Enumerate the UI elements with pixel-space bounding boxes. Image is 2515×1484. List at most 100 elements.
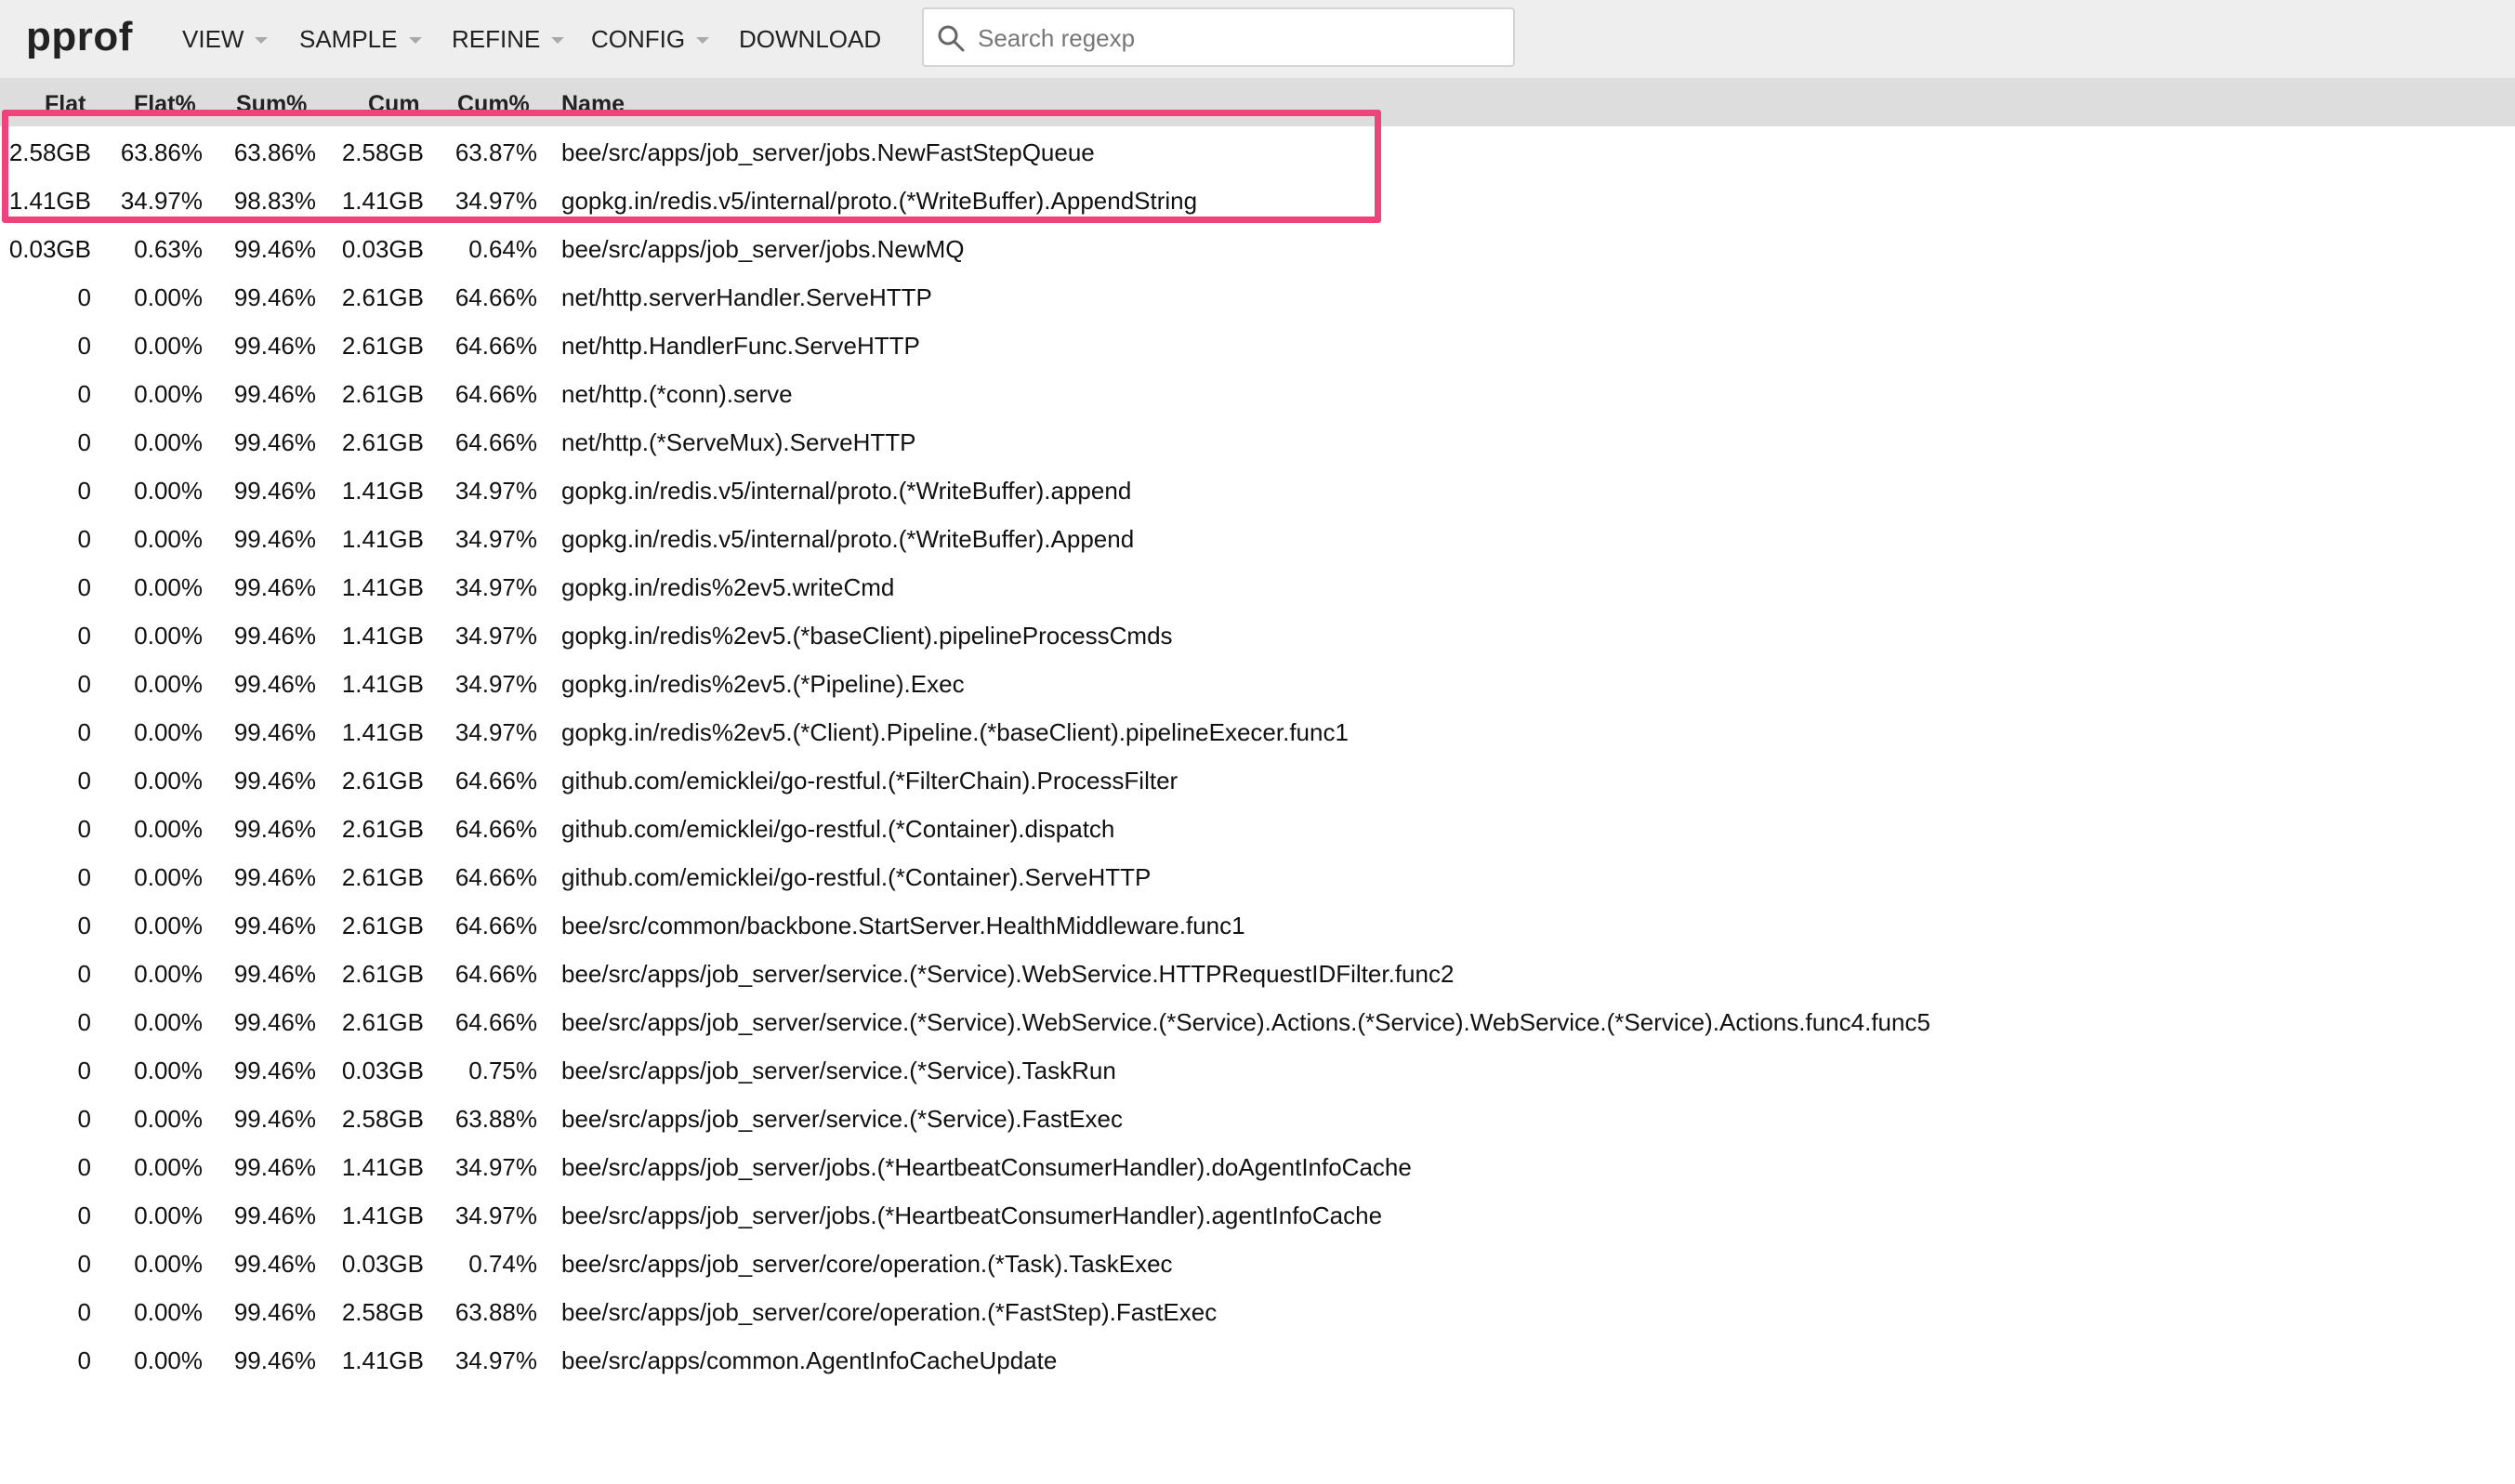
table-row[interactable]: 0 0.00% 99.46% 2.61GB 64.66% github.com/emick…	[0, 805, 2515, 853]
cell-cum-percent: 64.66%	[454, 380, 537, 408]
menu-sample-label: SAMPLE	[299, 25, 398, 53]
cell-cum: 0.03GB	[341, 1057, 424, 1084]
table-row[interactable]: 0 0.00% 99.46% 1.41GB 34.97% bee/src/apps/com…	[0, 1336, 2515, 1385]
cell-flat-percent: 0.00%	[134, 912, 203, 939]
cell-function-name: gopkg.in/redis%2ev5.(*Pipeline).Exec	[561, 670, 965, 698]
menu-config-label: CONFIG	[591, 25, 686, 53]
table-row[interactable]: 0 0.00% 99.46% 1.41GB 34.97% bee/src/apps/job…	[0, 1143, 2515, 1191]
cell-flat: 0	[77, 283, 91, 311]
cell-cum-percent: 34.97%	[454, 573, 537, 601]
cell-flat-percent: 0.00%	[134, 1153, 203, 1181]
table-row[interactable]: 0 0.00% 99.46% 2.61GB 64.66% net/http.serverH…	[0, 273, 2515, 322]
cell-cum-percent: 63.88%	[454, 1105, 537, 1133]
app-logo[interactable]: pprof	[26, 7, 133, 67]
table-row[interactable]: 0.03GB 0.63% 99.46% 0.03GB 0.64% bee/src/apps…	[0, 225, 2515, 273]
cell-function-name: net/http.serverHandler.ServeHTTP	[561, 283, 932, 311]
cell-flat-percent: 0.00%	[134, 670, 203, 698]
table-row[interactable]: 0 0.00% 99.46% 0.03GB 0.74% bee/src/apps/job_…	[0, 1240, 2515, 1288]
table-row[interactable]: 0 0.00% 99.46% 2.61GB 64.66% bee/src/apps/job…	[0, 998, 2515, 1046]
cell-cum-percent: 34.97%	[454, 718, 537, 746]
cell-flat-percent: 63.86%	[120, 138, 203, 166]
menu-sample[interactable]: SAMPLE	[299, 19, 422, 59]
cell-sum-percent: 99.46%	[233, 960, 316, 988]
cell-flat: 0	[77, 1153, 91, 1181]
cell-flat-percent: 0.00%	[134, 815, 203, 843]
cell-cum: 2.61GB	[341, 960, 424, 988]
cell-cum-percent: 64.66%	[454, 912, 537, 939]
table-row[interactable]: 2.58GB 63.86% 63.86% 2.58GB 63.87% bee/src/ap…	[0, 128, 2515, 177]
cell-function-name: github.com/emicklei/go-restful.(*FilterC…	[561, 767, 1178, 795]
cell-flat: 0	[77, 1202, 91, 1229]
search-box[interactable]	[922, 7, 1515, 67]
cell-flat-percent: 0.00%	[134, 1298, 203, 1326]
cell-flat: 0	[77, 477, 91, 505]
table-row[interactable]: 0 0.00% 99.46% 2.61GB 64.66% github.com/emick…	[0, 756, 2515, 805]
cell-flat-percent: 0.00%	[134, 380, 203, 408]
column-header-cum[interactable]: Cum	[368, 89, 420, 119]
cell-cum: 1.41GB	[341, 1202, 424, 1229]
cell-flat-percent: 0.00%	[134, 960, 203, 988]
table-row[interactable]: 0 0.00% 99.46% 2.58GB 63.88% bee/src/apps/job…	[0, 1288, 2515, 1336]
column-header-sum-percent[interactable]: Sum%	[236, 89, 307, 119]
cell-cum: 0.03GB	[341, 1250, 424, 1278]
cell-sum-percent: 99.46%	[233, 380, 316, 408]
table-row[interactable]: 0 0.00% 99.46% 1.41GB 34.97% gopkg.in/redis.v…	[0, 515, 2515, 563]
table-row[interactable]: 0 0.00% 99.46% 2.61GB 64.66% bee/src/common/b…	[0, 901, 2515, 950]
cell-sum-percent: 99.46%	[233, 670, 316, 698]
menu-view[interactable]: VIEW	[182, 19, 269, 59]
menu-config[interactable]: CONFIG	[591, 19, 710, 59]
table-row[interactable]: 0 0.00% 99.46% 1.41GB 34.97% gopkg.in/redis.v…	[0, 466, 2515, 515]
table-row[interactable]: 0 0.00% 99.46% 1.41GB 34.97% gopkg.in/redis%2…	[0, 708, 2515, 756]
cell-function-name: bee/src/apps/job_server/core/operation.(…	[561, 1298, 1218, 1326]
cell-flat-percent: 0.00%	[134, 332, 203, 360]
cell-sum-percent: 99.46%	[233, 767, 316, 795]
table-row[interactable]: 0 0.00% 99.46% 2.61GB 64.66% net/http.(*Serve…	[0, 418, 2515, 466]
column-header-flat[interactable]: Flat	[45, 89, 86, 119]
column-header-name[interactable]: Name	[561, 89, 625, 119]
menu-refine[interactable]: REFINE	[452, 19, 565, 59]
cell-function-name: bee/src/apps/job_server/jobs.(*Heartbeat…	[561, 1202, 1383, 1229]
cell-cum: 2.61GB	[341, 428, 424, 456]
cell-cum-percent: 34.97%	[454, 670, 537, 698]
table-row[interactable]: 0 0.00% 99.46% 2.61GB 64.66% net/http.(*conn)…	[0, 370, 2515, 418]
table-row[interactable]: 0 0.00% 99.46% 1.41GB 34.97% gopkg.in/redis%2…	[0, 611, 2515, 660]
cell-function-name: github.com/emicklei/go-restful.(*Contain…	[561, 815, 1115, 843]
cell-flat: 0	[77, 428, 91, 456]
table-row[interactable]: 0 0.00% 99.46% 2.61GB 64.66% bee/src/apps/job…	[0, 950, 2515, 998]
column-header-cum-percent[interactable]: Cum%	[457, 89, 530, 119]
table-row[interactable]: 1.41GB 34.97% 98.83% 1.41GB 34.97% gopkg.in/r…	[0, 177, 2515, 225]
table-header: Flat Flat% Sum% Cum Cum% Name	[0, 78, 2515, 126]
cell-function-name: gopkg.in/redis%2ev5.writeCmd	[561, 573, 895, 601]
table-row[interactable]: 0 0.00% 99.46% 1.41GB 34.97% gopkg.in/redis%2…	[0, 563, 2515, 611]
search-input[interactable]	[976, 15, 1500, 61]
cell-flat: 0	[77, 573, 91, 601]
menu-download[interactable]: DOWNLOAD	[739, 19, 881, 59]
table-row[interactable]: 0 0.00% 99.46% 1.41GB 34.97% gopkg.in/redis%2…	[0, 660, 2515, 708]
table-row[interactable]: 0 0.00% 99.46% 2.61GB 64.66% net/http.Handler…	[0, 322, 2515, 370]
search-icon	[938, 25, 965, 52]
table-row[interactable]: 0 0.00% 99.46% 1.41GB 34.97% bee/src/apps/job…	[0, 1191, 2515, 1240]
table-row[interactable]: 0 0.00% 99.46% 2.61GB 64.66% github.com/emick…	[0, 853, 2515, 901]
cell-flat: 0	[77, 1057, 91, 1084]
cell-sum-percent: 98.83%	[233, 187, 316, 215]
cell-cum-percent: 0.75%	[468, 1057, 537, 1084]
cell-flat-percent: 0.00%	[134, 428, 203, 456]
cell-function-name: bee/src/apps/job_server/service.(*Servic…	[561, 1008, 1930, 1036]
cell-cum: 2.58GB	[341, 138, 424, 166]
column-header-flat-percent[interactable]: Flat%	[134, 89, 196, 119]
cell-flat-percent: 0.00%	[134, 718, 203, 746]
cell-flat-percent: 0.00%	[134, 863, 203, 891]
cell-flat: 0	[77, 1346, 91, 1374]
cell-sum-percent: 99.46%	[233, 863, 316, 891]
cell-function-name: github.com/emicklei/go-restful.(*Contain…	[561, 863, 1152, 891]
cell-flat: 0	[77, 622, 91, 650]
cell-cum-percent: 34.97%	[454, 1153, 537, 1181]
cell-sum-percent: 99.46%	[233, 1250, 316, 1278]
cell-cum: 2.61GB	[341, 380, 424, 408]
cell-cum: 1.41GB	[341, 670, 424, 698]
table-row[interactable]: 0 0.00% 99.46% 2.58GB 63.88% bee/src/apps/job…	[0, 1095, 2515, 1143]
table-row[interactable]: 0 0.00% 99.46% 0.03GB 0.75% bee/src/apps/job_…	[0, 1046, 2515, 1095]
cell-cum-percent: 63.88%	[454, 1298, 537, 1326]
cell-cum: 1.41GB	[341, 477, 424, 505]
cell-cum-percent: 0.64%	[468, 235, 537, 263]
